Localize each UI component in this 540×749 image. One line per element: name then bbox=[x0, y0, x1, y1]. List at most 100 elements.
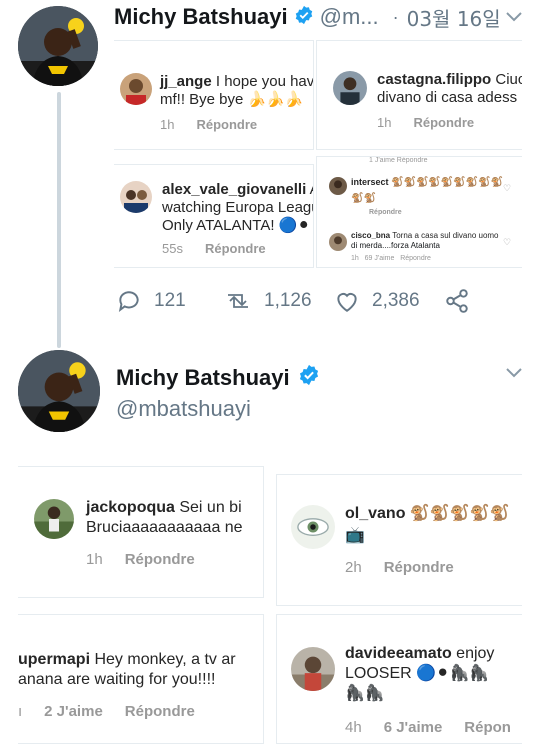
retweet-action[interactable]: 1,126 bbox=[224, 288, 312, 314]
comment-meta: 1h Répondre bbox=[86, 551, 195, 568]
likes-count[interactable]: 2 J'aime bbox=[44, 703, 103, 720]
heart-icon[interactable]: ♡ bbox=[503, 237, 511, 248]
comment-username[interactable]: upermapi bbox=[18, 651, 90, 668]
chevron-down-icon[interactable] bbox=[505, 10, 523, 26]
comment-body: enjoy bbox=[456, 645, 495, 662]
comment-meta: 55s Répondre bbox=[162, 241, 266, 256]
comment-time: 55s bbox=[162, 241, 183, 256]
reply-count: 121 bbox=[154, 290, 186, 311]
reply-link[interactable]: Répondre bbox=[369, 209, 402, 216]
comment-meta: 1h Répondre bbox=[160, 117, 257, 132]
comment-body: I hope you have bbox=[215, 73, 314, 90]
comment-username[interactable]: davideeamato bbox=[345, 645, 452, 662]
reply-link[interactable]: Répondre bbox=[125, 551, 195, 568]
comment-text: davideeamato enjoy bbox=[345, 645, 494, 663]
comment-meta: 1 J'aime Répondre bbox=[369, 157, 428, 164]
reply-icon bbox=[118, 291, 139, 312]
reply-action[interactable]: 121 bbox=[116, 288, 186, 314]
avatar bbox=[120, 73, 152, 105]
comment-text-line: LOOSER 🔵⚫🦍🦍 bbox=[345, 665, 490, 682]
comment-body: Ah bbox=[310, 181, 313, 198]
avatar bbox=[329, 233, 347, 251]
comment-body: 🐒🐒🐒🐒🐒 bbox=[409, 505, 510, 522]
comment-text: ol_vano 🐒🐒🐒🐒🐒 bbox=[345, 505, 510, 523]
like-action[interactable]: 2,386 bbox=[334, 288, 420, 314]
reply-link[interactable]: Répondre bbox=[196, 117, 257, 132]
profile-photo-icon bbox=[18, 350, 100, 432]
comment-screenshot-card: ol_vano 🐒🐒🐒🐒🐒 📺 2h Répondre bbox=[276, 474, 522, 606]
comment-time: ı bbox=[18, 703, 23, 720]
comment-text-line: di merda....forza Atalanta bbox=[351, 241, 440, 250]
comment-text-line: Only ATALANTA! 🔵⚫ bbox=[162, 217, 310, 234]
like-count: 2,386 bbox=[372, 290, 420, 311]
tweet-header: Michy Batshuayi @m... · 03월 16일 bbox=[114, 3, 501, 32]
comment-text: jj_ange I hope you have bbox=[160, 73, 314, 91]
verified-badge-icon bbox=[298, 364, 320, 391]
reply-link[interactable]: Répondre bbox=[125, 703, 195, 720]
comment-time: 1h bbox=[377, 115, 392, 130]
comment-meta: 1h Répondre bbox=[377, 115, 474, 130]
reply-link[interactable]: Répondre bbox=[413, 115, 474, 130]
comment-username[interactable]: intersect bbox=[351, 177, 389, 187]
avatar bbox=[291, 505, 335, 549]
verified-badge-icon bbox=[294, 5, 314, 30]
avatar bbox=[291, 647, 335, 691]
display-name[interactable]: Michy Batshuayi bbox=[116, 365, 290, 391]
comment-body: Sei un bi bbox=[179, 499, 242, 516]
eye-icon bbox=[291, 505, 335, 549]
handle[interactable]: @mbatshuayi bbox=[116, 396, 251, 422]
heart-icon[interactable]: ♡ bbox=[503, 183, 511, 194]
header-separator: · bbox=[392, 6, 399, 27]
avatar bbox=[329, 177, 347, 195]
avatar bbox=[333, 71, 367, 105]
comment-username[interactable]: jj_ange bbox=[160, 73, 212, 90]
comment-screenshot-card: jackopoqua Sei un bi Bruciaaaaaaaaaaa ne… bbox=[18, 466, 264, 598]
chevron-down-icon[interactable] bbox=[505, 366, 523, 382]
comment-screenshot-card: jj_ange I hope you have mf!! Bye bye 🍌🍌🍌… bbox=[114, 40, 314, 150]
display-name[interactable]: Michy Batshuayi bbox=[114, 4, 288, 30]
reply-link[interactable]: Répondre bbox=[384, 559, 454, 576]
comment-text-line: 🦍🦍 bbox=[345, 685, 385, 702]
comment-text-line: mf!! Bye bye 🍌🍌🍌 bbox=[160, 91, 304, 108]
comment-text-line: watching Europa Leagu bbox=[162, 199, 314, 216]
heart-icon bbox=[337, 293, 357, 312]
comment-screenshot-card: davideeamato enjoy LOOSER 🔵⚫🦍🦍 🦍🦍 4h 6 J'… bbox=[276, 614, 522, 744]
retweet-count: 1,126 bbox=[264, 290, 312, 311]
comment-text: upermapi Hey monkey, a tv ar bbox=[18, 651, 236, 669]
comment-body: Hey monkey, a tv ar bbox=[94, 651, 236, 668]
comment-username[interactable]: cisco_bna bbox=[351, 231, 390, 240]
comment-username[interactable]: alex_vale_giovanelli bbox=[162, 181, 306, 198]
reply-link[interactable]: Répondre bbox=[205, 241, 266, 256]
tweet-date[interactable]: 03월 16일 bbox=[407, 3, 501, 32]
handle[interactable]: @m... bbox=[320, 4, 379, 30]
comment-time: 1h bbox=[86, 551, 103, 568]
comment-text-line: divano di casa adess bbox=[377, 89, 518, 106]
comment-text-line: 📺 bbox=[345, 527, 365, 544]
reply-link[interactable]: Répon bbox=[464, 719, 511, 736]
comment-meta: 1h 69 J'aime Répondre bbox=[351, 255, 431, 262]
comment-text: castagna.filippo Ciuc bbox=[377, 71, 522, 89]
avatar[interactable] bbox=[18, 6, 98, 86]
comment-body: 🐒🐒🐒🐒🐒🐒🐒🐒🐒 bbox=[391, 177, 504, 188]
comment-text: intersect 🐒🐒🐒🐒🐒🐒🐒🐒🐒 bbox=[351, 177, 503, 188]
comment-text: jackopoqua Sei un bi bbox=[86, 499, 242, 517]
comment-username[interactable]: castagna.filippo bbox=[377, 71, 491, 88]
avatar bbox=[120, 181, 152, 213]
comment-text-line: anana are waiting for you!!!! bbox=[18, 671, 216, 688]
profile-photo-icon bbox=[18, 6, 98, 86]
comment-body: Torna a casa sul divano uomo bbox=[392, 231, 499, 240]
comment-screenshot-card: 1 J'aime Répondre intersect 🐒🐒🐒🐒🐒🐒🐒🐒🐒 🐒🐒… bbox=[316, 156, 522, 268]
comment-username[interactable]: ol_vano bbox=[345, 505, 405, 522]
share-action[interactable] bbox=[444, 288, 482, 314]
retweet-icon bbox=[228, 294, 248, 308]
comment-text-line: 🐒🐒 bbox=[351, 193, 376, 204]
avatar[interactable] bbox=[18, 350, 100, 432]
comment-screenshot-card: upermapi Hey monkey, a tv ar anana are w… bbox=[18, 614, 264, 744]
comment-meta: 2h Répondre bbox=[345, 559, 454, 576]
comment-username[interactable]: jackopoqua bbox=[86, 499, 175, 516]
tweet-header: Michy Batshuayi bbox=[116, 364, 320, 391]
likes-count[interactable]: 6 J'aime bbox=[384, 719, 443, 736]
avatar bbox=[34, 499, 74, 539]
comment-screenshot-card: alex_vale_giovanelli Ah watching Europa … bbox=[114, 164, 314, 268]
comment-time: 4h bbox=[345, 719, 362, 736]
